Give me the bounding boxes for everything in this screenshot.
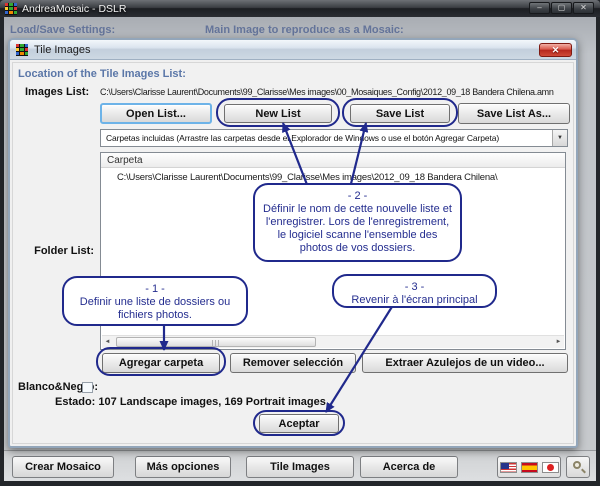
save-list-button[interactable]: Save List — [350, 104, 450, 123]
folders-dropdown[interactable]: Carpetas incluidas (Arrastre las carpeta… — [100, 129, 568, 147]
main-window-title: AndreaMosaic - DSLR — [22, 3, 126, 15]
images-list-path: C:\Users\Clarisse Laurent\Documents\99_C… — [100, 87, 570, 97]
main-image-label: Main Image to reproduce as a Mosaic: — [205, 24, 404, 36]
tile-images-button[interactable]: Tile Images — [246, 456, 354, 478]
dialog-close-button[interactable]: ✕ — [539, 43, 572, 57]
close-button[interactable]: ✕ — [573, 2, 594, 14]
language-flags-button[interactable] — [497, 456, 561, 478]
acerca-de-button[interactable]: Acerca de — [360, 456, 458, 478]
remover-seleccion-button[interactable]: Remover selección — [230, 353, 356, 373]
estado-value: 107 Landscape images, 169 Portrait image… — [98, 396, 329, 408]
window-controls: – ▢ ✕ — [529, 2, 594, 14]
section-heading: Location of the Tile Images List: — [18, 68, 186, 80]
agregar-carpeta-button[interactable]: Agregar carpeta — [102, 353, 220, 373]
dialog-titlebar: Tile Images — [10, 40, 576, 60]
magnifier-button[interactable] — [566, 456, 590, 478]
main-window-titlebar: AndreaMosaic - DSLR – ▢ ✕ — [0, 0, 600, 17]
horizontal-scrollbar[interactable]: ◄ ► — [102, 335, 564, 348]
callout-2-text: Définir le nom de cette nouvelle liste e… — [263, 203, 452, 255]
chevron-down-icon[interactable]: ▼ — [552, 130, 567, 146]
spain-flag-icon — [521, 462, 538, 473]
folders-dropdown-value: Carpetas incluidas (Arrastre las carpeta… — [101, 133, 552, 143]
aceptar-button[interactable]: Aceptar — [259, 414, 339, 433]
estado-label: Estado: — [55, 396, 95, 408]
callout-1-text: Definir une liste de dossiers ou fichier… — [72, 296, 238, 322]
extraer-azulejos-button[interactable]: Extraer Azulejos de un video... — [362, 353, 568, 373]
folder-list-label: Folder List: — [10, 245, 94, 257]
save-list-as-button[interactable]: Save List As... — [458, 103, 570, 124]
us-flag-icon — [500, 462, 517, 473]
maximize-button[interactable]: ▢ — [551, 2, 572, 14]
callout-3-text: Revenir à l'écran principal — [342, 294, 487, 307]
screen: Load/Save Settings: Main Image to reprod… — [0, 0, 600, 486]
scroll-left-icon[interactable]: ◄ — [102, 337, 113, 348]
new-list-button[interactable]: New List — [224, 104, 332, 123]
japan-flag-icon — [542, 462, 559, 473]
callout-2: - 2 - Définir le nom de cette nouvelle l… — [253, 183, 462, 262]
crear-mosaico-button[interactable]: Crear Mosaico — [12, 456, 114, 478]
estado-status: Estado: 107 Landscape images, 169 Portra… — [55, 396, 329, 408]
scroll-right-icon[interactable]: ► — [553, 337, 564, 348]
open-list-button[interactable]: Open List... — [100, 103, 212, 124]
blanco-negro-checkbox[interactable] — [82, 382, 93, 393]
folder-list-item[interactable]: C:\Users\Clarisse Laurent\Documents\99_C… — [117, 172, 563, 183]
andreamosaic-app-icon — [5, 3, 17, 15]
dialog-title: Tile Images — [34, 44, 90, 56]
callout-3: - 3 - Revenir à l'écran principal — [332, 274, 497, 308]
mas-opciones-button[interactable]: Más opciones — [135, 456, 231, 478]
carpeta-column-header[interactable]: Carpeta — [101, 153, 565, 168]
dialog-mosaic-icon — [16, 44, 28, 56]
scrollbar-thumb[interactable] — [116, 337, 316, 347]
callout-3-number: - 3 - — [342, 281, 487, 294]
minimize-button[interactable]: – — [529, 2, 550, 14]
callout-2-number: - 2 - — [263, 190, 452, 203]
callout-1-number: - 1 - — [72, 283, 238, 296]
images-list-label: Images List: — [25, 86, 89, 98]
main-toolbar: Crear Mosaico Más opciones Tile Images A… — [4, 450, 596, 481]
load-save-settings-label: Load/Save Settings: — [10, 24, 115, 36]
scrollbar-grip — [212, 340, 221, 346]
callout-1: - 1 - Definir une liste de dossiers ou f… — [62, 276, 248, 326]
magnifier-icon — [573, 461, 581, 469]
